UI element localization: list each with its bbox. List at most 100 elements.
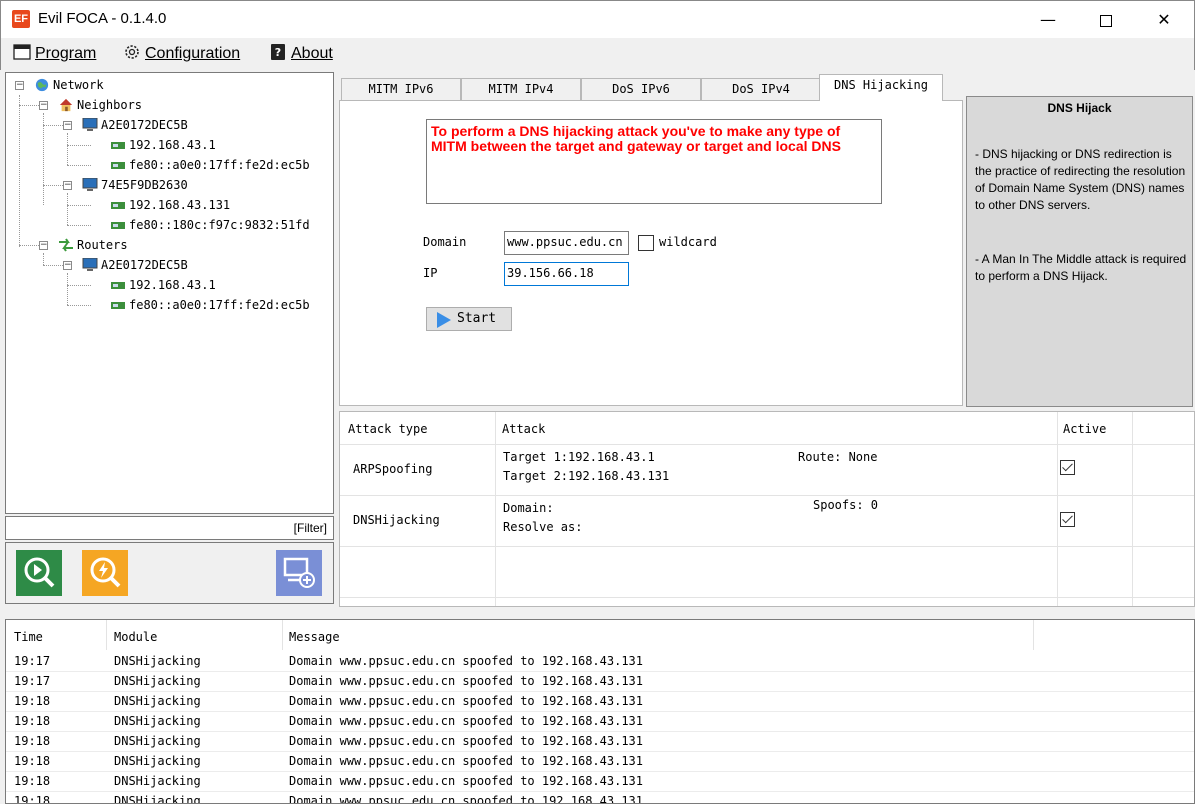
column-separator: [106, 620, 107, 650]
tree-node-ipv6[interactable]: fe80::a0e0:17ff:fe2d:ec5b: [110, 156, 310, 174]
log-row[interactable]: 19:18 DNSHijacking Domain www.ppsuc.edu.cn…: [6, 692, 1194, 712]
tree-node-label: fe80::180c:f97c:9832:51fd: [129, 218, 310, 232]
collapse-icon[interactable]: −: [39, 101, 48, 110]
add-computer-button[interactable]: [276, 550, 322, 596]
tree-node-ipv4[interactable]: 192.168.43.1: [110, 136, 216, 154]
tree-node-label: fe80::a0e0:17ff:fe2d:ec5b: [129, 298, 310, 312]
tree-connector: [43, 113, 44, 205]
log-row[interactable]: 19:17 DNSHijacking Domain www.ppsuc.edu.cn…: [6, 652, 1194, 672]
menu-program[interactable]: Program: [13, 44, 96, 64]
start-button[interactable]: Start: [426, 307, 512, 331]
tree-node-label: A2E0172DEC5B: [101, 258, 188, 272]
tree-node-label: Routers: [77, 238, 128, 252]
tree-node-host[interactable]: 74E5F9DB2630: [82, 176, 188, 194]
tab-mitm-ipv4[interactable]: MITM IPv4: [461, 78, 581, 101]
column-header-attack[interactable]: Attack: [502, 422, 545, 436]
search-bolt-icon: [90, 557, 121, 588]
filter-bar[interactable]: [Filter]: [5, 516, 334, 540]
warning-message: To perform a DNS hijacking attack you've…: [426, 119, 882, 204]
collapse-icon[interactable]: −: [63, 121, 72, 130]
collapse-icon[interactable]: −: [63, 261, 72, 270]
tree-connector: [67, 225, 91, 226]
log-row[interactable]: 19:18 DNSHijacking Domain www.ppsuc.edu.cn…: [6, 732, 1194, 752]
window-icon: [13, 44, 31, 60]
column-separator: [282, 620, 283, 650]
tree-node-ipv4[interactable]: 192.168.43.1: [110, 276, 216, 294]
attack-detail-cell: Target 2:192.168.43.131: [503, 469, 670, 483]
log-row[interactable]: 19:18 DNSHijacking Domain www.ppsuc.edu.cn…: [6, 752, 1194, 772]
ip-label: IP: [423, 266, 438, 280]
log-message-cell: Domain www.ppsuc.edu.cn spoofed to 192.1…: [289, 754, 644, 768]
log-message-cell: Domain www.ppsuc.edu.cn spoofed to 192.1…: [289, 794, 644, 804]
tree-connector: [67, 305, 91, 306]
menu-bar: Program Configuration ? About: [0, 38, 1195, 70]
svg-text:?: ?: [275, 46, 281, 59]
log-message-cell: Domain www.ppsuc.edu.cn spoofed to 192.1…: [289, 734, 644, 748]
attack-scan-button[interactable]: [82, 550, 128, 596]
tree-node-ipv6[interactable]: fe80::a0e0:17ff:fe2d:ec5b: [110, 296, 310, 314]
tree-node-label: A2E0172DEC5B: [101, 118, 188, 132]
tree-node-label: fe80::a0e0:17ff:fe2d:ec5b: [129, 158, 310, 172]
column-separator: [1057, 412, 1058, 606]
column-separator: [1132, 412, 1133, 606]
tab-dns-hijacking[interactable]: DNS Hijacking: [819, 74, 943, 101]
network-card-icon: [111, 222, 125, 229]
network-card-icon: [111, 142, 125, 149]
attack-detail-cell: Target 1:192.168.43.1: [503, 450, 655, 464]
network-card-icon: [111, 202, 125, 209]
help-paragraph: - DNS hijacking or DNS redirection is th…: [975, 147, 1186, 212]
menu-configuration[interactable]: Configuration: [123, 44, 240, 64]
gear-icon: [125, 45, 139, 59]
start-scan-button[interactable]: [16, 550, 62, 596]
network-tree[interactable]: − Network − Neighbors − A2E0172DEC5B 192…: [5, 72, 334, 514]
column-header-message[interactable]: Message: [289, 630, 340, 644]
tree-node-routers[interactable]: Routers: [58, 236, 128, 254]
menu-about[interactable]: ? About: [269, 44, 333, 64]
collapse-icon[interactable]: −: [63, 181, 72, 190]
tab-dos-ipv6[interactable]: DoS IPv6: [581, 78, 701, 101]
column-header-time[interactable]: Time: [14, 630, 43, 644]
column-header-active[interactable]: Active: [1063, 422, 1106, 436]
active-checkbox[interactable]: [1060, 512, 1075, 527]
attack-type-cell: ARPSpoofing: [353, 462, 433, 476]
column-header-module[interactable]: Module: [114, 630, 157, 644]
tree-node-network[interactable]: Network: [34, 76, 104, 94]
log-module-cell: DNSHijacking: [114, 794, 201, 804]
tab-mitm-ipv6[interactable]: MITM IPv6: [341, 78, 461, 101]
window-title: Evil FOCA - 0.1.4.0: [38, 10, 167, 27]
domain-input[interactable]: www.ppsuc.edu.cn: [504, 231, 629, 255]
log-message-cell: Domain www.ppsuc.edu.cn spoofed to 192.1…: [289, 774, 644, 788]
log-row[interactable]: 19:18 DNSHijacking Domain www.ppsuc.edu.cn…: [6, 772, 1194, 792]
tree-node-host[interactable]: A2E0172DEC5B: [82, 116, 188, 134]
tree-node-host[interactable]: A2E0172DEC5B: [82, 256, 188, 274]
tree-node-neighbors[interactable]: Neighbors: [58, 96, 142, 114]
minimize-button[interactable]: —: [1019, 1, 1077, 39]
log-row[interactable]: 19:17 DNSHijacking Domain www.ppsuc.edu.cn…: [6, 672, 1194, 692]
row-separator: [340, 597, 1194, 598]
close-button[interactable]: ✕: [1135, 1, 1193, 39]
tree-connector: [67, 133, 68, 165]
tree-node-ipv6[interactable]: fe80::180c:f97c:9832:51fd: [110, 216, 310, 234]
log-row[interactable]: 19:18 DNSHijacking Domain www.ppsuc.edu.cn…: [6, 712, 1194, 732]
column-header-attack-type[interactable]: Attack type: [348, 422, 427, 436]
wildcard-checkbox[interactable]: [638, 235, 654, 251]
help-paragraph: - A Man In The Middle attack is required…: [975, 252, 1187, 283]
app-logo-icon: EF: [12, 10, 30, 28]
collapse-icon[interactable]: −: [39, 241, 48, 250]
tree-node-ipv4[interactable]: 192.168.43.131: [110, 196, 230, 214]
log-row[interactable]: 19:18 DNSHijacking Domain www.ppsuc.edu.cn…: [6, 792, 1194, 804]
active-checkbox[interactable]: [1060, 460, 1075, 475]
tree-connector: [67, 145, 91, 146]
filter-link[interactable]: [Filter]: [294, 521, 327, 535]
log-module-cell: DNSHijacking: [114, 734, 201, 748]
dns-hijacking-panel: To perform a DNS hijacking attack you've…: [339, 100, 963, 406]
tree-node-label: 74E5F9DB2630: [101, 178, 188, 192]
tab-dos-ipv4[interactable]: DoS IPv4: [701, 78, 821, 101]
collapse-icon[interactable]: −: [15, 81, 24, 90]
log-panel: Time Module Message 19:17 DNSHijacking Dom…: [5, 619, 1195, 804]
attack-route-cell: Route: None: [798, 450, 878, 464]
tree-node-label: Network: [53, 78, 104, 92]
network-card-icon: [111, 302, 125, 309]
ip-input[interactable]: 39.156.66.18: [504, 262, 629, 286]
maximize-button[interactable]: [1077, 1, 1135, 39]
